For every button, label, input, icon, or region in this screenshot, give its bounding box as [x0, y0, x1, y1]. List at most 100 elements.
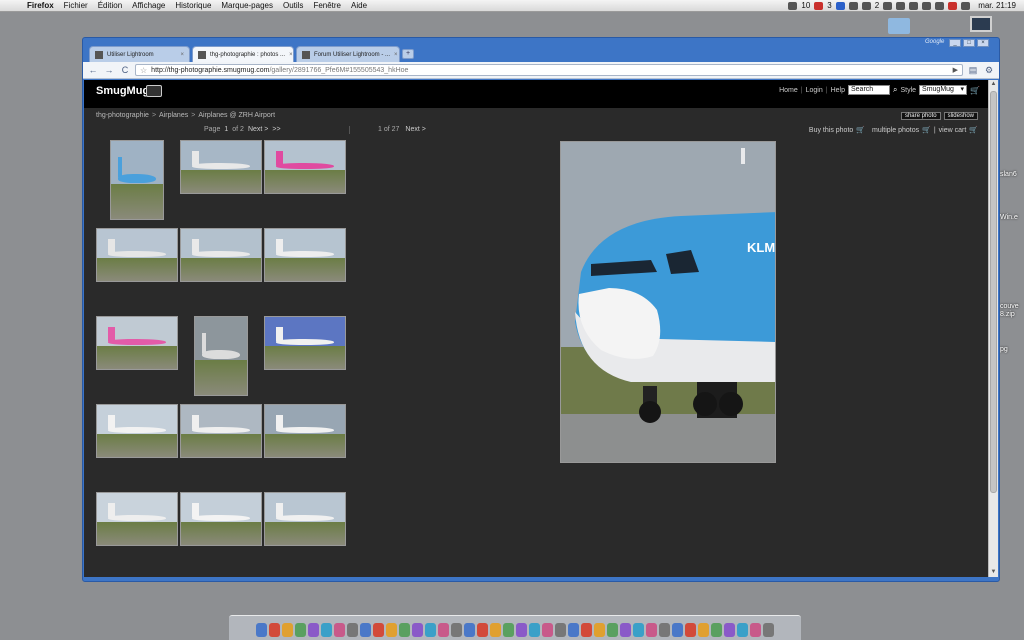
- new-tab-button[interactable]: +: [402, 49, 414, 59]
- dock-app-icon[interactable]: [464, 623, 475, 637]
- dock-app-icon[interactable]: [282, 623, 293, 637]
- reload-button[interactable]: C: [119, 64, 131, 76]
- nav-help[interactable]: Help: [831, 87, 845, 94]
- smugmug-logo-icon[interactable]: [146, 85, 162, 97]
- thumbnail-4[interactable]: [96, 228, 178, 282]
- thumbnail-15[interactable]: [264, 492, 346, 546]
- desktop-folder-icon[interactable]: [888, 18, 910, 34]
- thumbnail-6[interactable]: [264, 228, 346, 282]
- vertical-scrollbar[interactable]: ▲ ▼: [988, 80, 998, 577]
- menu-edition[interactable]: Édition: [93, 1, 127, 10]
- multiple-photos-link[interactable]: multiple photos: [872, 127, 919, 134]
- dock-app-icon[interactable]: [594, 623, 605, 637]
- dock-app-icon[interactable]: [516, 623, 527, 637]
- cart-icon[interactable]: 🛒: [922, 126, 931, 134]
- dock-app-icon[interactable]: [555, 623, 566, 637]
- eject-icon[interactable]: [861, 1, 871, 10]
- dock-app-icon[interactable]: [503, 623, 514, 637]
- thumbnail-13[interactable]: [96, 492, 178, 546]
- dock-app-icon[interactable]: [399, 623, 410, 637]
- dock-app-icon[interactable]: [295, 623, 306, 637]
- dock-app-icon[interactable]: [646, 623, 657, 637]
- page-menu-button[interactable]: ▤: [967, 64, 979, 76]
- thumbnail-8[interactable]: [194, 316, 248, 396]
- cart-icon[interactable]: 🛒: [969, 126, 978, 134]
- thumbnail-10[interactable]: [96, 404, 178, 458]
- sync-icon[interactable]: [883, 1, 893, 10]
- close-icon[interactable]: ×: [289, 52, 293, 58]
- share-photo-button[interactable]: share photo: [900, 112, 941, 120]
- dock-app-icon[interactable]: [737, 623, 748, 637]
- back-button[interactable]: ←: [87, 64, 99, 76]
- dock-app-icon[interactable]: [373, 623, 384, 637]
- desktop-file-label[interactable]: couve: [1000, 303, 1019, 310]
- close-icon[interactable]: ×: [180, 52, 184, 58]
- thumbnail-2[interactable]: [180, 140, 262, 194]
- nav-home[interactable]: Home: [779, 87, 798, 94]
- dock-app-icon[interactable]: [698, 623, 709, 637]
- menu-affichage[interactable]: Affichage: [127, 1, 170, 10]
- menu-app-firefox[interactable]: Firefox: [22, 1, 59, 10]
- dock-app-icon[interactable]: [334, 623, 345, 637]
- menu-fenetre[interactable]: Fenêtre: [308, 1, 346, 10]
- cart-icon[interactable]: 🛒: [856, 126, 865, 134]
- flag-icon[interactable]: [948, 1, 958, 10]
- photo-next[interactable]: Next >: [405, 126, 425, 133]
- menu-marque-pages[interactable]: Marque-pages: [216, 1, 278, 10]
- timemachine-icon[interactable]: [909, 1, 919, 10]
- forward-button[interactable]: →: [103, 64, 115, 76]
- dock-app-icon[interactable]: [568, 623, 579, 637]
- menubar-clock[interactable]: mar. 21:19: [978, 1, 1016, 10]
- dock-app-icon[interactable]: [269, 623, 280, 637]
- tool-icon[interactable]: [848, 1, 858, 10]
- thumbnail-11[interactable]: [180, 404, 262, 458]
- desktop-file-label[interactable]: pg: [1000, 346, 1008, 353]
- thumbnail-1[interactable]: [110, 140, 164, 220]
- dock-app-icon[interactable]: [529, 623, 540, 637]
- dock-app-icon[interactable]: [607, 623, 618, 637]
- breadcrumb-category[interactable]: Airplanes: [159, 112, 188, 119]
- thumbnail-5[interactable]: [180, 228, 262, 282]
- dock-app-icon[interactable]: [321, 623, 332, 637]
- dock-app-icon[interactable]: [672, 623, 683, 637]
- tab-forum[interactable]: Forum Utiliser Lightroom - ... ×: [296, 46, 400, 62]
- address-bar[interactable]: ☆ http://thg-photographie.smugmug.com/ga…: [135, 64, 963, 76]
- dock-app-icon[interactable]: [685, 623, 696, 637]
- dock-app-icon[interactable]: [256, 623, 267, 637]
- dock-app-icon[interactable]: [711, 623, 722, 637]
- dock-app-icon[interactable]: [425, 623, 436, 637]
- calendar-icon[interactable]: [788, 1, 798, 10]
- minimize-button[interactable]: _: [949, 39, 961, 47]
- dock-app-icon[interactable]: [412, 623, 423, 637]
- menu-aide[interactable]: Aide: [346, 1, 372, 10]
- gmail-icon[interactable]: [814, 1, 824, 10]
- dock-app-icon[interactable]: [724, 623, 735, 637]
- view-cart-link[interactable]: view cart: [939, 127, 967, 134]
- buy-photo-link[interactable]: Buy this photo: [809, 127, 853, 134]
- app-icon[interactable]: [835, 1, 845, 10]
- menu-outils[interactable]: Outils: [278, 1, 308, 10]
- scroll-up-icon[interactable]: ▲: [989, 80, 998, 89]
- scrollbar-thumb[interactable]: [990, 91, 997, 493]
- style-select[interactable]: SmugMug ▾: [919, 85, 968, 95]
- thumbnail-3[interactable]: [264, 140, 346, 194]
- go-button[interactable]: ▶: [953, 66, 958, 74]
- dock-app-icon[interactable]: [360, 623, 371, 637]
- pager-last[interactable]: >>: [272, 126, 280, 133]
- dock-app-icon[interactable]: [542, 623, 553, 637]
- tab-smugmug[interactable]: thg-photographie : photos ... ×: [192, 46, 294, 62]
- site-search-input[interactable]: Search: [847, 85, 890, 95]
- tab-lightroom[interactable]: Utiliser Lightroom ×: [89, 46, 190, 62]
- headphones-icon[interactable]: [896, 1, 906, 10]
- volume-icon[interactable]: [961, 1, 971, 10]
- dock-app-icon[interactable]: [750, 623, 761, 637]
- desktop-file-label[interactable]: slan6: [1000, 171, 1017, 178]
- cart-icon[interactable]: 🛒: [970, 86, 980, 95]
- scroll-down-icon[interactable]: ▼: [989, 568, 998, 577]
- breadcrumb-home[interactable]: thg-photographie: [96, 112, 149, 119]
- thumbnail-12[interactable]: [264, 404, 346, 458]
- bookmark-star-icon[interactable]: ☆: [140, 66, 147, 75]
- thumbnail-7[interactable]: [96, 316, 178, 370]
- maximize-button[interactable]: □: [963, 39, 975, 47]
- menu-historique[interactable]: Historique: [170, 1, 216, 10]
